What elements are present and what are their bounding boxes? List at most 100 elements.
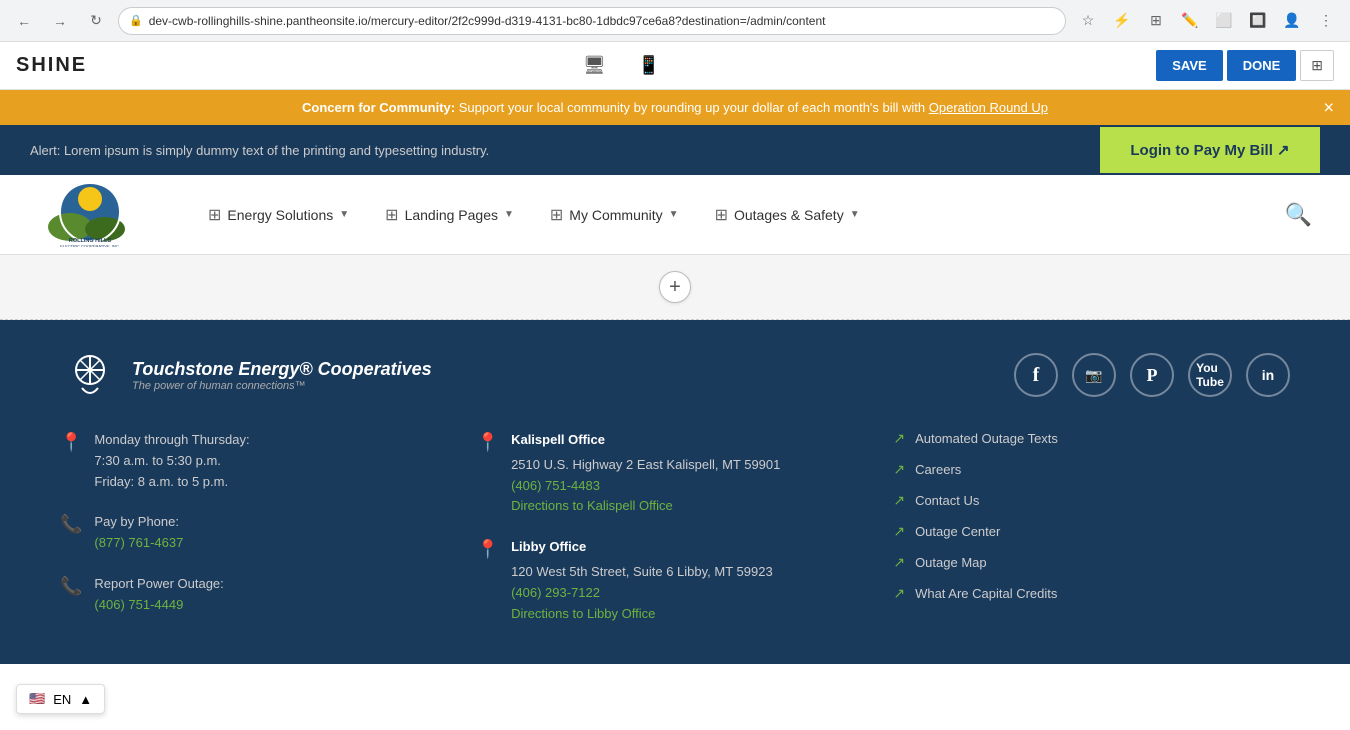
reload-button[interactable]: ↻ (82, 7, 110, 35)
footer-columns: 📍 Monday through Thursday: 7:30 a.m. to … (60, 430, 1290, 644)
my-community-icon: ⊞ (550, 205, 563, 225)
outages-safety-icon: ⊞ (715, 205, 728, 225)
extension-btn-1[interactable]: ⚡ (1108, 7, 1136, 35)
pay-phone-text: Pay by Phone: (877) 761-4637 (94, 512, 183, 554)
arrow-icon-6: ↗ (893, 585, 905, 602)
content-add-area: + (0, 255, 1350, 320)
libby-phone[interactable]: (406) 293-7122 (511, 583, 773, 604)
mobile-view-button[interactable]: 📱 (630, 51, 668, 80)
instagram-icon[interactable]: 📷 (1072, 353, 1116, 397)
footer-link-automated-outage[interactable]: ↗ Automated Outage Texts (893, 430, 1290, 447)
footer-kalispell: 📍 Kalispell Office 2510 U.S. Highway 2 E… (477, 430, 874, 517)
nav-item-energy-solutions[interactable]: ⊞ Energy Solutions ▼ (190, 195, 367, 235)
lock-icon: 🔒 (129, 14, 143, 27)
phone-icon-1: 📞 (60, 514, 82, 535)
footer-pay-phone: 📞 Pay by Phone: (877) 761-4637 (60, 512, 457, 554)
save-button[interactable]: SAVE (1156, 50, 1222, 81)
arrow-icon-3: ↗ (893, 492, 905, 509)
profile-button[interactable]: 👤 (1278, 7, 1306, 35)
nav-label-outages-safety: Outages & Safety (734, 207, 844, 223)
footer-hours: 📍 Monday through Thursday: 7:30 a.m. to … (60, 430, 457, 492)
footer-link-outage-center[interactable]: ↗ Outage Center (893, 523, 1290, 540)
site-logo[interactable]: ROLLING HILLS ELECTRIC COOPERATIVE, INC. (30, 177, 150, 252)
language-code: EN (53, 692, 71, 707)
extension-btn-2[interactable]: ⊞ (1142, 7, 1170, 35)
footer-report-outage: 📞 Report Power Outage: (406) 751-4449 (60, 574, 457, 616)
arrow-icon-2: ↗ (893, 461, 905, 478)
desktop-view-button[interactable]: 🖥 (575, 51, 614, 80)
forward-button[interactable]: → (46, 7, 74, 35)
touchstone-tagline: The power of human connections™ (132, 380, 432, 392)
kalispell-directions[interactable]: Directions to Kalispell Office (511, 496, 780, 517)
extension-btn-4[interactable]: ⬜ (1210, 7, 1238, 35)
search-button[interactable]: 🔍 (1277, 194, 1320, 236)
nav-item-outages-safety[interactable]: ⊞ Outages & Safety ▼ (697, 195, 878, 235)
more-button[interactable]: ⋮ (1312, 7, 1340, 35)
arrow-icon-4: ↗ (893, 523, 905, 540)
edit-toggle-button[interactable]: ⊞ (1300, 50, 1334, 81)
arrow-icon-5: ↗ (893, 554, 905, 571)
social-icons: f 📷 P YouTube in (1014, 353, 1290, 397)
svg-text:ELECTRIC COOPERATIVE, INC.: ELECTRIC COOPERATIVE, INC. (60, 244, 120, 248)
footer-link-careers[interactable]: ↗ Careers (893, 461, 1290, 478)
facebook-icon[interactable]: f (1014, 353, 1058, 397)
energy-solutions-icon: ⊞ (208, 205, 221, 225)
arrow-icon-1: ↗ (893, 430, 905, 447)
nav-item-my-community[interactable]: ⊞ My Community ▼ (532, 195, 697, 235)
libby-icon: 📍 (477, 539, 499, 560)
banner-text: Support your local community by rounding… (459, 100, 929, 115)
footer: Touchstone Energy® Cooperatives The powe… (0, 320, 1350, 664)
energy-solutions-chevron: ▼ (339, 209, 349, 220)
kalispell-icon: 📍 (477, 432, 499, 453)
alert-bar: Alert: Lorem ipsum is simply dummy text … (0, 125, 1350, 175)
my-community-chevron: ▼ (669, 209, 679, 220)
editor-actions: SAVE DONE ⊞ (1156, 50, 1334, 81)
nav-label-my-community: My Community (569, 207, 662, 223)
extension-btn-5[interactable]: 🔲 (1244, 7, 1272, 35)
main-navigation: ROLLING HILLS ELECTRIC COOPERATIVE, INC.… (0, 175, 1350, 255)
back-button[interactable]: ← (10, 7, 38, 35)
hours-text: Monday through Thursday: 7:30 a.m. to 5:… (94, 430, 249, 492)
hours-icon: 📍 (60, 432, 82, 453)
nav-item-landing-pages[interactable]: ⊞ Landing Pages ▼ (367, 195, 532, 235)
footer-top: Touchstone Energy® Cooperatives The powe… (60, 350, 1290, 400)
editor-toolbar: SHINE 🖥 📱 SAVE DONE ⊞ (0, 42, 1350, 90)
device-switcher: 🖥 📱 (575, 51, 668, 80)
add-content-button[interactable]: + (659, 271, 691, 303)
kalispell-text: Kalispell Office 2510 U.S. Highway 2 Eas… (511, 430, 780, 517)
banner-prefix: Concern for Community: (302, 100, 455, 115)
footer-col-1: 📍 Monday through Thursday: 7:30 a.m. to … (60, 430, 457, 644)
address-bar[interactable]: 🔒 dev-cwb-rollinghills-shine.pantheonsit… (118, 7, 1066, 35)
announcement-banner: Concern for Community: Support your loca… (0, 90, 1350, 125)
language-selector[interactable]: 🇺🇸 EN ▲ (16, 684, 105, 714)
nav-links: ⊞ Energy Solutions ▼ ⊞ Landing Pages ▼ ⊞… (190, 195, 1277, 235)
linkedin-icon[interactable]: in (1246, 353, 1290, 397)
nav-label-landing-pages: Landing Pages (405, 207, 498, 223)
pay-phone-number[interactable]: (877) 761-4637 (94, 533, 183, 554)
footer-link-outage-map[interactable]: ↗ Outage Map (893, 554, 1290, 571)
youtube-icon[interactable]: YouTube (1188, 353, 1232, 397)
libby-text: Libby Office 120 West 5th Street, Suite … (511, 537, 773, 624)
language-chevron: ▲ (79, 692, 92, 707)
report-outage-number[interactable]: (406) 751-4449 (94, 595, 223, 616)
flag-icon: 🇺🇸 (29, 691, 45, 707)
login-pay-bill-button[interactable]: Login to Pay My Bill ↗ (1100, 127, 1320, 173)
site-content: Concern for Community: Support your loca… (0, 90, 1350, 730)
footer-link-capital-credits[interactable]: ↗ What Are Capital Credits (893, 585, 1290, 602)
libby-directions[interactable]: Directions to Libby Office (511, 604, 773, 625)
alert-text: Alert: Lorem ipsum is simply dummy text … (30, 143, 1100, 158)
bookmark-button[interactable]: ☆ (1074, 7, 1102, 35)
kalispell-phone[interactable]: (406) 751-4483 (511, 476, 780, 497)
close-banner-button[interactable]: × (1323, 97, 1334, 118)
done-button[interactable]: DONE (1227, 50, 1297, 81)
url-text: dev-cwb-rollinghills-shine.pantheonsite.… (149, 14, 826, 28)
browser-chrome: ← → ↻ 🔒 dev-cwb-rollinghills-shine.panth… (0, 0, 1350, 42)
phone-icon-2: 📞 (60, 576, 82, 597)
footer-col-3: ↗ Automated Outage Texts ↗ Careers ↗ Con… (893, 430, 1290, 644)
extension-btn-3[interactable]: ✏️ (1176, 7, 1204, 35)
footer-col-2: 📍 Kalispell Office 2510 U.S. Highway 2 E… (477, 430, 874, 644)
search-icon: 🔍 (1285, 202, 1312, 227)
pinterest-icon[interactable]: P (1130, 353, 1174, 397)
footer-link-contact-us[interactable]: ↗ Contact Us (893, 492, 1290, 509)
banner-link[interactable]: Operation Round Up (929, 100, 1048, 115)
